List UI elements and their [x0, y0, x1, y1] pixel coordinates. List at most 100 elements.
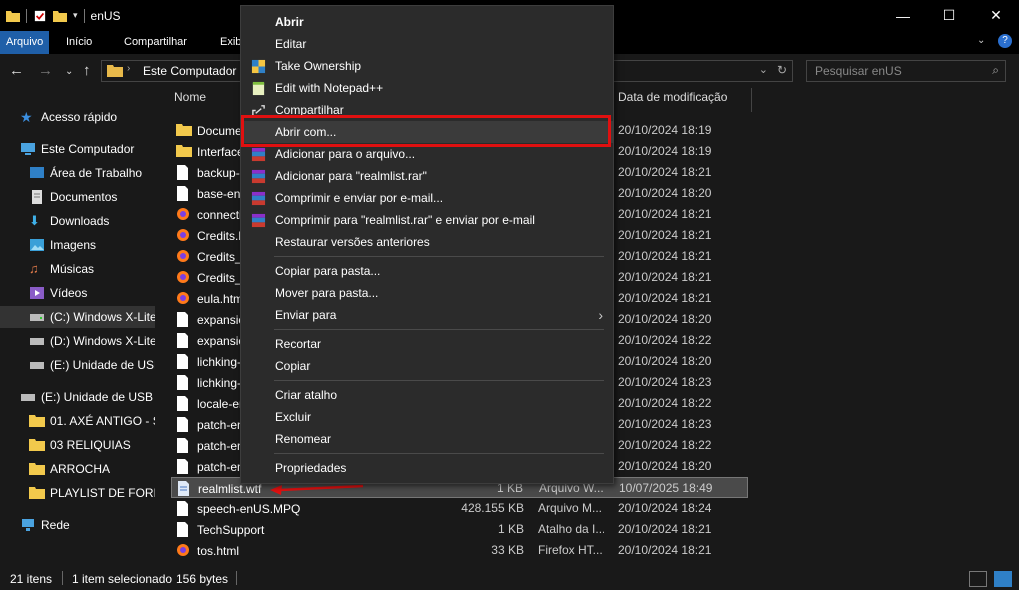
menu-item-copiar-para-pasta[interactable]: Copiar para pasta...: [241, 260, 613, 282]
tab-compartilhar[interactable]: Compartilhar: [118, 31, 193, 54]
sidebar-item-usb-root[interactable]: (E:) Unidade de USB: [20, 386, 155, 408]
tab-inicio[interactable]: Início: [60, 31, 98, 54]
menu-item-label: Excluir: [275, 410, 312, 424]
file-date: 20/10/2024 18:21: [618, 249, 712, 263]
file-name: Docume: [197, 123, 242, 138]
refresh-icon[interactable]: ↻: [777, 63, 787, 77]
sidebar-item-folder[interactable]: ARROCHA: [29, 458, 155, 480]
sidebar-item-area-de-trabalho[interactable]: Área de Trabalho: [29, 162, 155, 184]
file-icon: [176, 354, 189, 369]
menu-item-criar-atalho[interactable]: Criar atalho: [241, 384, 613, 406]
details-view-icon[interactable]: [969, 571, 987, 587]
sidebar-item-este-computador[interactable]: Este Computador: [20, 138, 155, 160]
file-name: patch-en: [197, 438, 244, 453]
sidebar-item-folder[interactable]: PLAYLIST DE FORRO: [29, 482, 155, 504]
sidebar-item-documentos[interactable]: Documentos: [29, 186, 155, 208]
help-icon[interactable]: ?: [998, 34, 1012, 48]
recent-locations-chevron-icon[interactable]: ⌄: [65, 66, 73, 77]
usb-drive-icon: [21, 394, 35, 401]
file-icon: [176, 417, 189, 432]
sidebar-item-folder[interactable]: 03 RELIQUIAS: [29, 434, 155, 456]
menu-item-propriedades[interactable]: Propriedades: [241, 457, 613, 479]
sidebar-item-drive-e[interactable]: (E:) Unidade de USB: [29, 354, 155, 376]
file-name-cell: speech-enUS.MPQ: [176, 501, 300, 516]
separator: [26, 8, 27, 23]
file-name-cell: TechSupport: [176, 522, 264, 537]
menu-item-restaurar-versoes[interactable]: Restaurar versões anteriores: [241, 231, 613, 253]
file-name-cell: lichking-: [176, 354, 241, 369]
menu-separator: [274, 453, 604, 454]
file-name: Interface: [197, 144, 244, 159]
search-box[interactable]: Pesquisar enUS ⌕: [806, 60, 1006, 82]
sidebar-item-videos[interactable]: Vídeos: [29, 282, 155, 304]
sidebar-item-acesso-rapido[interactable]: ★ Acesso rápido: [20, 106, 155, 128]
column-divider[interactable]: [751, 88, 752, 112]
file-row[interactable]: speech-enUS.MPQ 428.155 KB Arquivo M... 20/…: [171, 498, 748, 519]
menu-item-excluir[interactable]: Excluir: [241, 406, 613, 428]
menu-item-label: Editar: [275, 37, 307, 51]
sidebar-item-downloads[interactable]: ⬇ Downloads: [29, 210, 155, 232]
file-name-cell: expansio: [176, 312, 245, 327]
file-icon: [176, 438, 189, 453]
menu-item-mover-para-pasta[interactable]: Mover para pasta...: [241, 282, 613, 304]
menu-item-renomear[interactable]: Renomear: [241, 428, 613, 450]
file-name: speech-enUS.MPQ: [197, 501, 301, 516]
quick-access-toolbar-dropdown-icon[interactable]: ▾: [73, 10, 78, 21]
file-name: tos.html: [197, 543, 240, 558]
sidebar-item-label: (C:) Windows X-Lite: [50, 310, 155, 324]
ribbon-expand-icon[interactable]: ⌄: [977, 35, 985, 46]
menu-item-comprimir-email[interactable]: Comprimir e enviar por e-mail...: [241, 187, 613, 209]
file-name-cell: Interface: [176, 144, 244, 159]
sidebar-item-label: Documentos: [50, 190, 118, 204]
file-name-cell: patch-en: [176, 438, 244, 453]
file-row[interactable]: TechSupport 1 KB Atalho da I... 20/10/2024 …: [171, 519, 748, 540]
desktop-icon: [30, 167, 44, 178]
file-date: 20/10/2024 18:22: [618, 438, 712, 452]
drive-icon: [30, 314, 44, 321]
menu-item-comprimir-rar-email[interactable]: Comprimir para "realmlist.rar" e enviar …: [241, 209, 613, 231]
properties-icon[interactable]: [33, 10, 47, 22]
menu-item-editar[interactable]: Editar: [241, 33, 613, 55]
sidebar-item-folder[interactable]: 01. AXÉ ANTIGO - S: [29, 410, 155, 432]
back-arrow-icon[interactable]: ←: [9, 62, 24, 79]
menu-item-adicionar-rar[interactable]: Adicionar para "realmlist.rar": [241, 165, 613, 187]
sidebar-item-imagens[interactable]: Imagens: [29, 234, 155, 256]
file-date: 20/10/2024 18:21: [618, 543, 712, 557]
column-header-date[interactable]: Data de modificação: [618, 90, 727, 114]
breadcrumb[interactable]: Este Computador: [143, 64, 236, 78]
menu-item-enviar-para[interactable]: Enviar para ›: [241, 304, 613, 326]
maximize-button[interactable]: ☐: [926, 0, 972, 31]
folder-icon: [176, 144, 192, 159]
menu-item-take-ownership[interactable]: Take Ownership: [241, 55, 613, 77]
menu-item-recortar[interactable]: Recortar: [241, 333, 613, 355]
status-bar: 21 itens 1 item selecionado 156 bytes: [0, 568, 1019, 590]
sidebar-item-rede[interactable]: Rede: [20, 514, 155, 536]
large-icons-view-icon[interactable]: [994, 571, 1012, 587]
firefox-icon: [176, 543, 189, 558]
up-arrow-icon[interactable]: ↑: [83, 62, 91, 79]
sidebar-item-drive-d[interactable]: (D:) Windows X-Lite: [29, 330, 155, 352]
file-name: expansio: [197, 333, 246, 348]
file-size: 33 KB: [491, 543, 524, 557]
sidebar-item-drive-c[interactable]: (C:) Windows X-Lite: [0, 306, 155, 328]
address-dropdown-icon[interactable]: ⌄: [759, 63, 768, 76]
sidebar-item-label: Este Computador: [41, 142, 135, 156]
new-folder-icon[interactable]: [53, 10, 67, 22]
menu-item-abrir[interactable]: Abrir: [241, 11, 613, 33]
sidebar-item-label: Downloads: [50, 214, 110, 228]
close-button[interactable]: ✕: [973, 0, 1019, 31]
forward-arrow-icon[interactable]: →: [38, 62, 53, 79]
breadcrumb-chevron-icon[interactable]: ›: [127, 63, 130, 74]
file-name-cell: Credits_B: [176, 249, 250, 264]
column-header-name[interactable]: Nome: [174, 90, 206, 114]
search-icon[interactable]: ⌕: [992, 63, 999, 78]
file-name: TechSupport: [197, 522, 265, 537]
sidebar-item-musicas[interactable]: ♫ Músicas: [29, 258, 155, 280]
firefox-icon: [176, 291, 189, 306]
menu-item-edit-notepad[interactable]: Edit with Notepad++: [241, 77, 613, 99]
menu-item-copiar[interactable]: Copiar: [241, 355, 613, 377]
file-row[interactable]: tos.html 33 KB Firefox HT... 20/10/2024 18:…: [171, 540, 748, 561]
search-input[interactable]: Pesquisar enUS: [815, 64, 902, 78]
tab-arquivo[interactable]: Arquivo: [0, 31, 50, 54]
minimize-button[interactable]: —: [880, 0, 926, 31]
